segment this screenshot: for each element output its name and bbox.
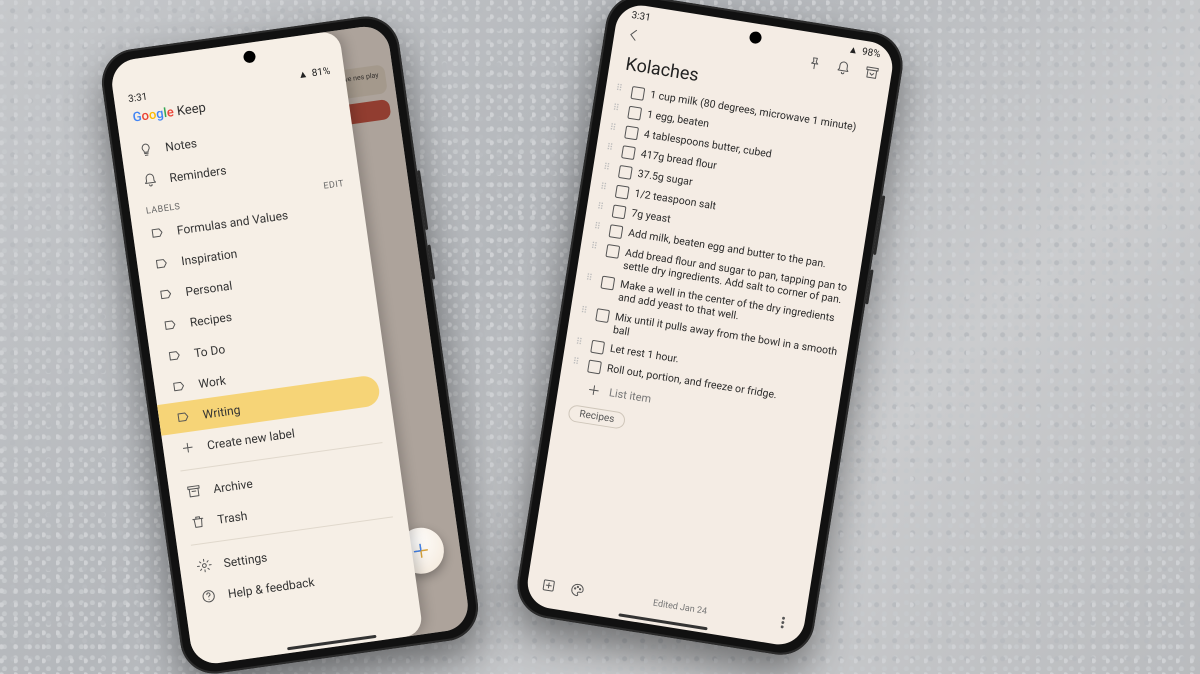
archive-icon — [184, 483, 202, 500]
battery-text: 81% — [311, 66, 331, 79]
label-icon — [161, 316, 179, 333]
label-icon — [165, 347, 183, 364]
signal-icon: ▲ — [847, 44, 859, 56]
lightbulb-icon — [136, 141, 154, 158]
checkbox[interactable] — [590, 340, 605, 355]
back-button[interactable] — [625, 26, 643, 47]
status-time: 3:31 — [631, 10, 652, 24]
drag-handle-icon[interactable]: ⠿ — [615, 82, 627, 94]
drag-handle-icon[interactable]: ⠿ — [609, 122, 621, 134]
status-time: 3:31 — [128, 91, 149, 105]
drag-handle-icon[interactable]: ⠿ — [612, 102, 624, 114]
drag-handle-icon[interactable]: ⠿ — [603, 161, 615, 173]
reminder-button[interactable] — [834, 60, 852, 81]
checkbox[interactable] — [595, 308, 610, 323]
checkbox[interactable] — [612, 204, 627, 219]
label-icon — [170, 378, 188, 395]
bell-icon — [141, 172, 159, 189]
plus-icon — [585, 381, 602, 398]
drag-handle-icon[interactable]: ⠿ — [593, 221, 605, 233]
checkbox[interactable] — [621, 145, 636, 160]
checkbox[interactable] — [624, 125, 639, 140]
note-bottom-bar: Edited Jan 24 — [525, 571, 806, 640]
checkbox[interactable] — [600, 276, 615, 291]
pin-button[interactable] — [805, 55, 823, 76]
drag-handle-icon[interactable]: ⠿ — [596, 201, 608, 213]
battery-text: 98% — [861, 46, 881, 60]
edited-timestamp: Edited Jan 24 — [652, 599, 707, 617]
checkbox[interactable] — [609, 224, 624, 239]
add-content-button[interactable] — [540, 577, 558, 597]
label-icon — [148, 224, 166, 241]
archive-button[interactable] — [863, 64, 881, 85]
wifi-icon: ▲ — [297, 69, 308, 81]
drag-handle-icon[interactable]: ⠿ — [590, 240, 602, 252]
checkbox[interactable] — [615, 185, 630, 200]
phone-left: nd Note... idge ri He! Save nes play the… — [98, 12, 483, 674]
checklist: ⠿1 cup milk (80 degrees, microwave 1 min… — [557, 78, 884, 440]
checkbox[interactable] — [618, 165, 633, 180]
plus-icon — [178, 439, 196, 456]
nav-label: Reminders — [169, 163, 228, 185]
drag-handle-icon[interactable]: ⠿ — [580, 304, 592, 316]
label-chip[interactable]: Recipes — [567, 404, 626, 430]
phone-right: 3:31 ▲ 98% Kolaches ⠿1 cup milk (80 degr… — [513, 0, 908, 660]
trash-icon — [189, 514, 207, 531]
help-icon — [199, 588, 217, 605]
color-palette-button[interactable] — [568, 581, 586, 601]
label-icon — [157, 286, 175, 303]
nav-label: Notes — [164, 136, 198, 154]
drag-handle-icon[interactable]: ⠿ — [599, 181, 611, 193]
label-icon — [174, 409, 192, 426]
drag-handle-icon[interactable]: ⠿ — [572, 356, 584, 368]
checkbox[interactable] — [630, 86, 645, 101]
drag-handle-icon[interactable]: ⠿ — [606, 142, 618, 154]
edit-labels-button[interactable]: EDIT — [323, 179, 345, 192]
checkbox[interactable] — [627, 106, 642, 121]
drag-handle-icon[interactable]: ⠿ — [575, 336, 587, 348]
label-icon — [152, 255, 170, 272]
drag-handle-icon[interactable]: ⠿ — [585, 272, 597, 284]
more-menu-button[interactable] — [774, 614, 792, 634]
gear-icon — [195, 557, 213, 574]
checkbox[interactable] — [605, 244, 620, 259]
checkbox[interactable] — [587, 359, 602, 374]
